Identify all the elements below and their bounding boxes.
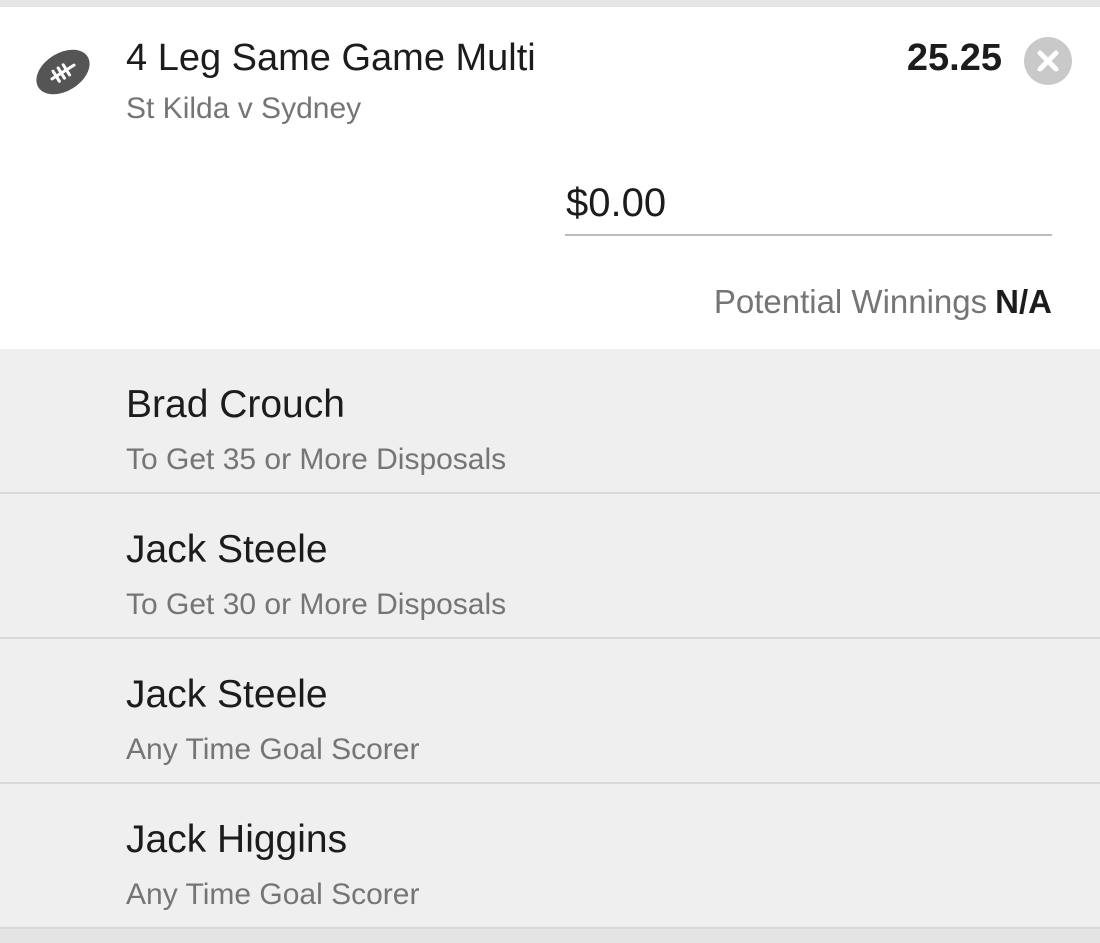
leg-player: Jack Steele [126,528,328,571]
potential-winnings-label: Potential Winnings [713,283,988,320]
bet-title: 4 Leg Same Game Multi [126,37,536,79]
leg-player: Jack Higgins [126,818,348,861]
leg-player: Brad Crouch [126,383,345,426]
remove-bet-button[interactable] [1024,37,1072,85]
bet-card: 4 Leg Same Game Multi St Kilda v Sydney … [0,7,1100,349]
stake-input[interactable] [565,172,1052,236]
football-icon [30,39,96,105]
bet-leg: Jack Steele Any Time Goal Scorer [0,639,1100,784]
bet-leg: Jack Steele To Get 30 or More Disposals [0,494,1100,639]
leg-market: Any Time Goal Scorer [126,733,420,766]
potential-winnings: Potential Winnings N/A [714,283,1052,321]
bet-legs-list: Brad Crouch To Get 35 or More Disposals … [0,349,1100,929]
leg-market: To Get 35 or More Disposals [126,443,507,476]
match-name: St Kilda v Sydney [126,92,362,125]
potential-winnings-value: N/A [995,283,1052,320]
bet-leg: Jack Higgins Any Time Goal Scorer [0,784,1100,929]
leg-player: Jack Steele [126,673,328,716]
bet-leg: Brad Crouch To Get 35 or More Disposals [0,349,1100,494]
top-strip [0,0,1100,7]
leg-market: Any Time Goal Scorer [126,878,420,911]
bet-odds: 25.25 [906,37,1002,79]
leg-market: To Get 30 or More Disposals [126,588,507,621]
